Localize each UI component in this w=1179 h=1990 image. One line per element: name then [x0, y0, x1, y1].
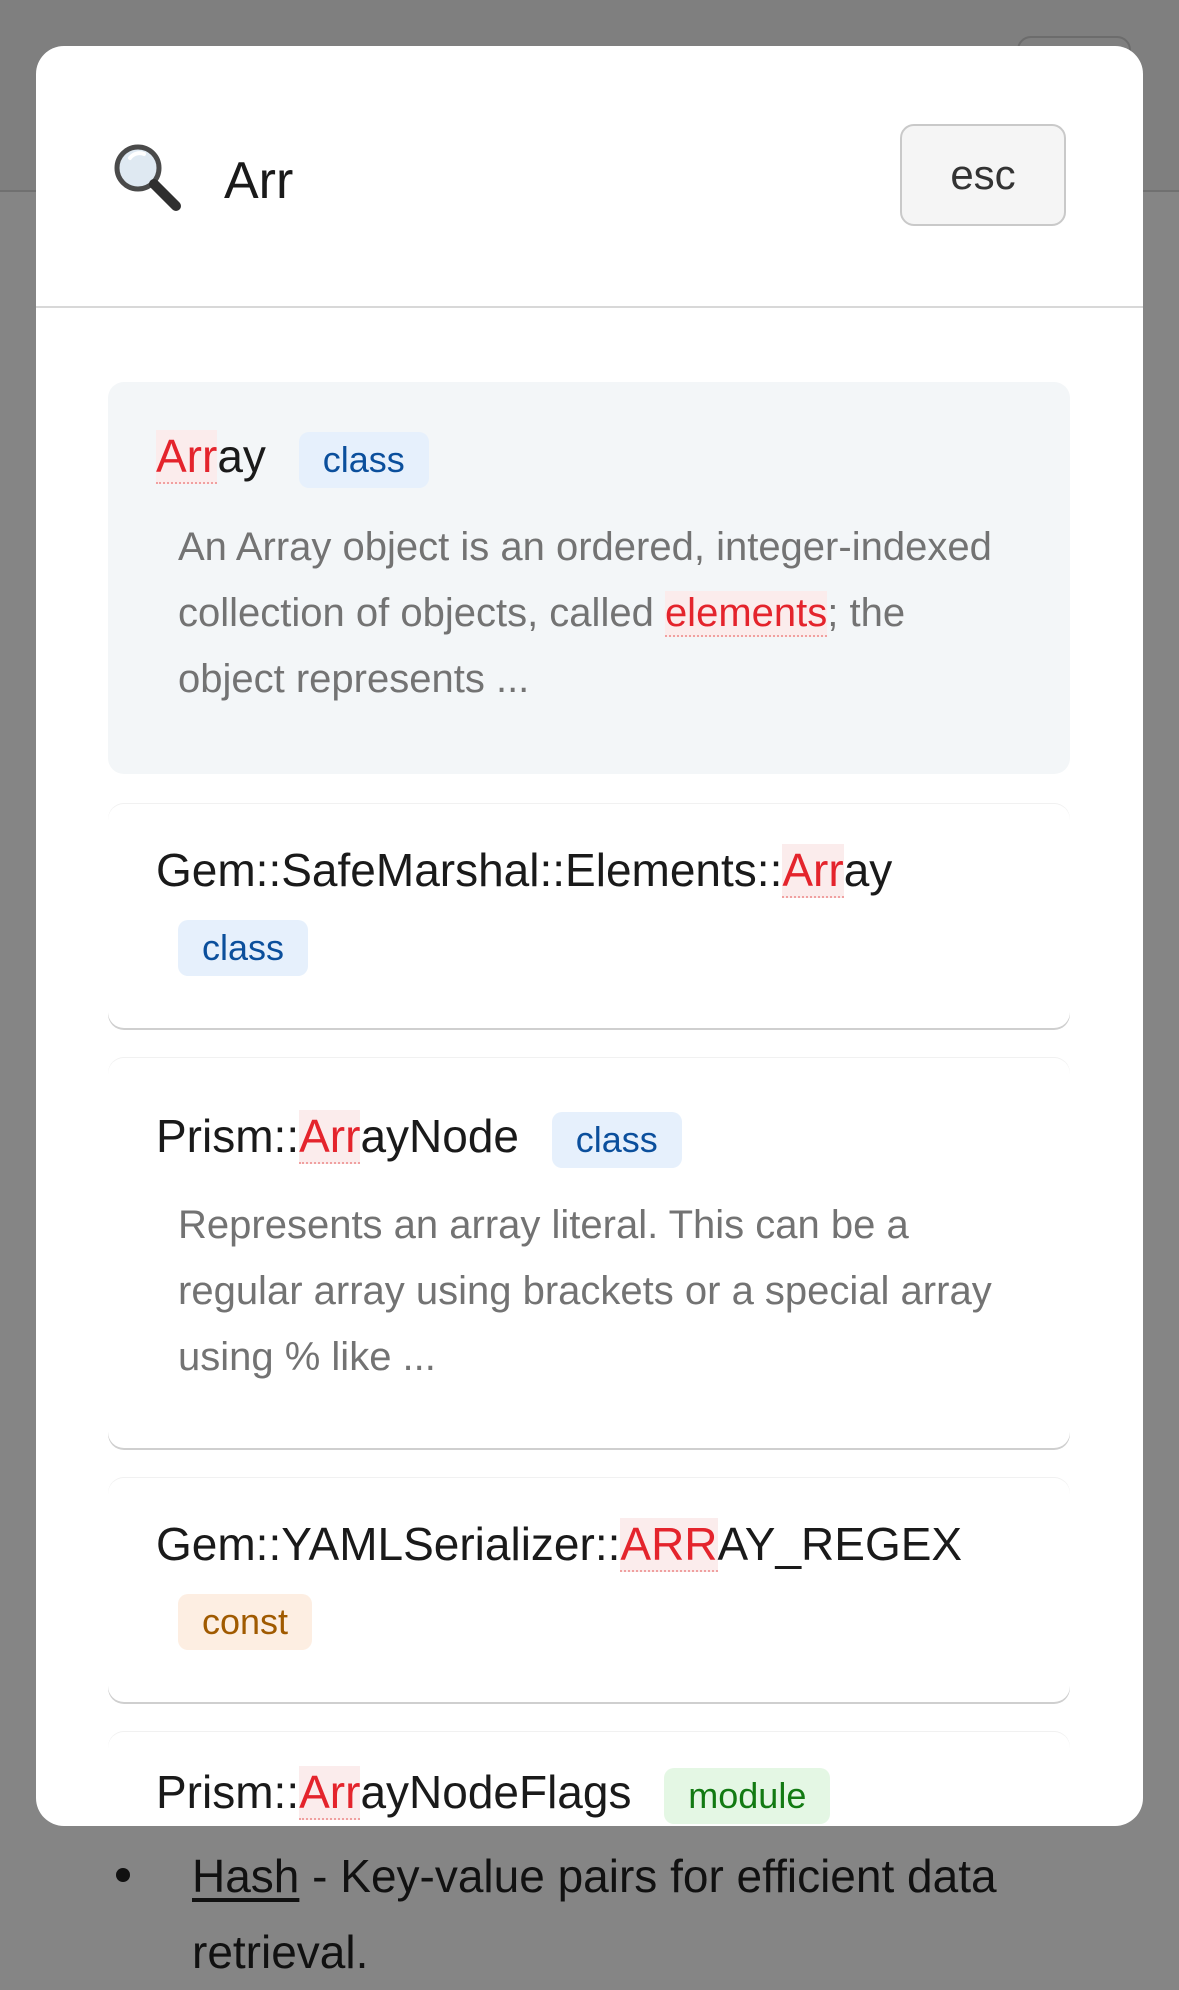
result-description: An Array object is an ordered, integer-i… [178, 514, 1022, 712]
background-list-item-text: - Key-value pairs for efficient data ret… [192, 1850, 997, 1978]
title-match: Arr [299, 1766, 361, 1820]
result-item-gem-safemarshal-array[interactable]: Gem::SafeMarshal::Elements::Array class [108, 804, 1070, 1028]
search-bar: Arr esc [36, 46, 1143, 308]
result-title: Gem::SafeMarshal::Elements::Array [156, 840, 1022, 900]
result-title: Prism::ArrayNode class [156, 1106, 1022, 1168]
title-match: ARR [620, 1518, 718, 1572]
result-description: Represents an array literal. This can be… [178, 1202, 992, 1379]
kind-badge: const [178, 1594, 313, 1650]
title-rest: ay [217, 430, 266, 482]
title-match: Arr [782, 844, 844, 898]
result-title: Prism::ArrayNodeFlags module [156, 1762, 1022, 1824]
title-match: Arr [156, 430, 218, 484]
hash-link[interactable]: Hash [192, 1850, 299, 1902]
result-item-array-regex[interactable]: Gem::YAMLSerializer::ARRAY_REGEX const [108, 1478, 1070, 1702]
title-rest: AY_REGEX [717, 1518, 963, 1570]
result-title: Array class [156, 426, 1022, 488]
esc-button[interactable]: esc [900, 124, 1066, 226]
background-list-item: Hash - Key-value pairs for efficient dat… [192, 1838, 1092, 1990]
title-prefix: Gem::SafeMarshal::Elements:: [156, 844, 783, 896]
title-rest: ay [843, 844, 893, 896]
kind-badge: class [178, 920, 309, 976]
title-prefix: Prism:: [156, 1110, 300, 1162]
result-item-array[interactable]: Array class An Array object is an ordere… [108, 382, 1070, 774]
title-rest: ayNodeFlags [360, 1766, 632, 1818]
list-bullet [116, 1868, 130, 1882]
kind-badge: class [551, 1111, 682, 1168]
search-modal: Arr esc Array class An Array object is a… [36, 46, 1143, 1826]
kind-badge: class [298, 431, 429, 488]
title-match: Arr [299, 1110, 361, 1164]
kind-badge: module [664, 1767, 831, 1824]
magnifier-icon [114, 144, 181, 211]
title-rest: ayNode [360, 1110, 519, 1162]
result-item-prism-arraynode[interactable]: Prism::ArrayNode class Represents an arr… [108, 1058, 1070, 1448]
search-input[interactable]: Arr [224, 146, 824, 216]
title-prefix: Prism:: [156, 1766, 300, 1818]
title-prefix: Gem::YAMLSerializer:: [156, 1518, 621, 1570]
result-title: Gem::YAMLSerializer::ARRAY_REGEX [156, 1514, 1022, 1574]
desc-match: elements [664, 590, 828, 637]
result-item-prism-arraynodeflags[interactable]: Prism::ArrayNodeFlags module [108, 1732, 1070, 1826]
